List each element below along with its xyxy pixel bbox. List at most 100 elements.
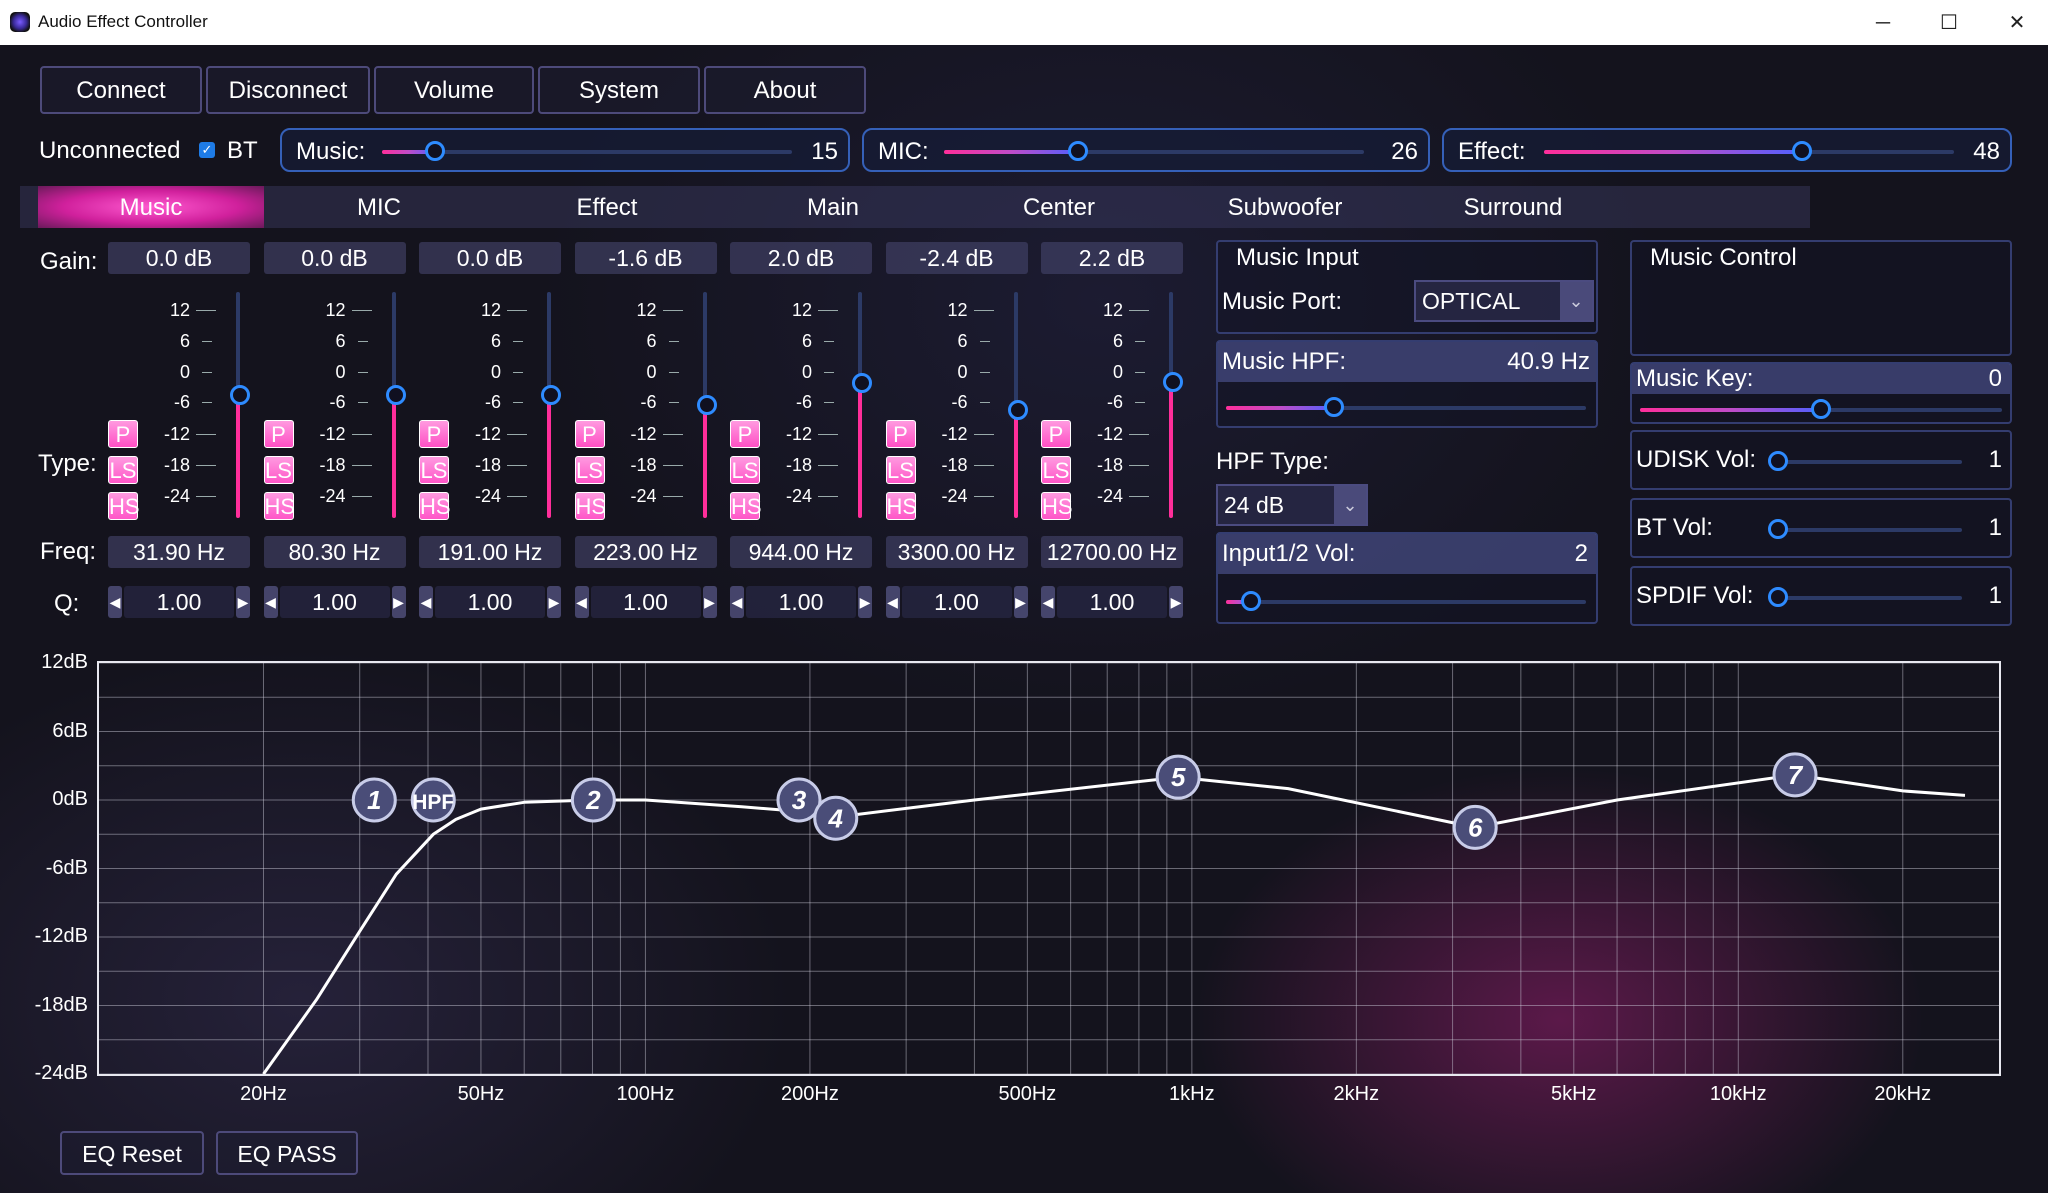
band-marker-1[interactable]: 1 (351, 777, 397, 823)
q-increase-button[interactable]: ▶ (702, 586, 717, 618)
eq-response-graph[interactable]: 1 HPF 2 3 4 5 6 7 (97, 661, 2001, 1076)
system-button[interactable]: System (538, 66, 700, 114)
gain-slider[interactable] (858, 292, 862, 518)
eq-pass-button[interactable]: EQ PASS (216, 1131, 358, 1175)
disconnect-button[interactable]: Disconnect (206, 66, 370, 114)
tab-surround[interactable]: Surround (1400, 186, 1626, 228)
vol-row-slider[interactable] (1767, 451, 1962, 471)
hpf-marker[interactable]: HPF (410, 777, 456, 823)
q-increase-button[interactable]: ▶ (858, 586, 872, 618)
band-marker-7[interactable]: 7 (1772, 752, 1818, 798)
q-value[interactable]: 1.00 (590, 586, 701, 618)
type-ls-button[interactable]: LS (574, 456, 605, 484)
minimize-button[interactable]: ─ (1863, 8, 1903, 38)
band-marker-5[interactable]: 5 (1155, 754, 1201, 800)
band-marker-2[interactable]: 2 (570, 777, 616, 823)
effect-level-slider[interactable] (1544, 141, 1954, 161)
type-hs-button[interactable]: HS (574, 492, 606, 520)
music-hpf-knob[interactable] (1324, 397, 1344, 417)
q-decrease-button[interactable]: ◀ (419, 586, 433, 618)
music-level-knob[interactable] (425, 141, 446, 161)
type-p-button[interactable]: P (885, 420, 916, 448)
bt-checkbox[interactable]: ✓ (199, 142, 215, 158)
tab-subwoofer[interactable]: Subwoofer (1172, 186, 1398, 228)
type-p-button[interactable]: P (108, 420, 138, 448)
input-vol-slider[interactable] (1226, 591, 1586, 611)
q-decrease-button[interactable]: ◀ (574, 586, 589, 618)
volume-button[interactable]: Volume (374, 66, 534, 114)
tab-center[interactable]: Center (946, 186, 1172, 228)
type-p-button[interactable]: P (419, 420, 449, 448)
tab-effect[interactable]: Effect (494, 186, 720, 228)
q-value[interactable]: 1.00 (746, 586, 856, 618)
vol-row-knob[interactable] (1767, 451, 1788, 471)
music-level-slider[interactable] (382, 141, 792, 161)
freq-value[interactable]: 80.30 Hz (263, 536, 406, 568)
gain-slider-knob[interactable] (696, 395, 717, 416)
music-port-select[interactable]: OPTICAL ⌄ (1414, 280, 1594, 322)
q-increase-button[interactable]: ▶ (1169, 586, 1183, 618)
type-ls-button[interactable]: LS (885, 456, 916, 484)
gain-slider-knob[interactable] (230, 385, 250, 406)
freq-value[interactable]: 223.00 Hz (574, 536, 717, 568)
q-decrease-button[interactable]: ◀ (108, 586, 122, 618)
q-increase-button[interactable]: ▶ (1013, 586, 1028, 618)
type-ls-button[interactable]: LS (1041, 456, 1071, 484)
type-hs-button[interactable]: HS (885, 492, 917, 520)
type-ls-button[interactable]: LS (730, 456, 760, 484)
q-value[interactable]: 1.00 (435, 586, 545, 618)
vol-row-slider[interactable] (1767, 587, 1962, 607)
type-hs-button[interactable]: HS (1041, 492, 1073, 520)
close-button[interactable]: ✕ (1997, 8, 2037, 38)
type-ls-button[interactable]: LS (108, 456, 138, 484)
q-decrease-button[interactable]: ◀ (885, 586, 900, 618)
type-hs-button[interactable]: HS (419, 492, 451, 520)
type-ls-button[interactable]: LS (419, 456, 449, 484)
freq-value[interactable]: 31.90 Hz (108, 536, 250, 568)
q-decrease-button[interactable]: ◀ (1041, 586, 1055, 618)
band-marker-4[interactable]: 4 (813, 795, 859, 841)
q-value[interactable]: 1.00 (901, 586, 1012, 618)
mic-level-slider[interactable] (944, 141, 1364, 161)
q-value[interactable]: 1.00 (124, 586, 234, 618)
effect-level-knob[interactable] (1792, 141, 1813, 161)
eq-reset-button[interactable]: EQ Reset (60, 1131, 204, 1175)
gain-slider-knob[interactable] (541, 385, 561, 406)
vol-row-knob[interactable] (1767, 587, 1788, 607)
mic-level-knob[interactable] (1068, 141, 1089, 161)
type-ls-button[interactable]: LS (263, 456, 294, 484)
music-key-slider[interactable] (1640, 399, 2002, 419)
q-increase-button[interactable]: ▶ (391, 586, 406, 618)
q-decrease-button[interactable]: ◀ (263, 586, 278, 618)
type-hs-button[interactable]: HS (263, 492, 295, 520)
freq-value[interactable]: 191.00 Hz (419, 536, 561, 568)
freq-value[interactable]: 3300.00 Hz (885, 536, 1028, 568)
gain-slider[interactable] (391, 292, 396, 518)
q-increase-button[interactable]: ▶ (236, 586, 250, 618)
q-value[interactable]: 1.00 (1057, 586, 1167, 618)
tab-music[interactable]: Music (38, 186, 264, 228)
freq-value[interactable]: 12700.00 Hz (1041, 536, 1183, 568)
about-button[interactable]: About (704, 66, 866, 114)
type-p-button[interactable]: P (730, 420, 760, 448)
gain-slider-knob[interactable] (385, 385, 406, 406)
gain-slider-knob[interactable] (1163, 371, 1183, 392)
type-hs-button[interactable]: HS (730, 492, 762, 520)
maximize-button[interactable]: ☐ (1929, 8, 1969, 38)
vol-row-knob[interactable] (1767, 519, 1788, 539)
gain-slider-knob[interactable] (852, 372, 872, 393)
tab-mic[interactable]: MIC (266, 186, 492, 228)
band-marker-6[interactable]: 6 (1452, 804, 1498, 850)
q-increase-button[interactable]: ▶ (547, 586, 561, 618)
type-hs-button[interactable]: HS (108, 492, 140, 520)
music-key-knob[interactable] (1811, 399, 1831, 419)
tab-main[interactable]: Main (720, 186, 946, 228)
hpf-type-select[interactable]: 24 dB ⌄ (1216, 484, 1368, 526)
music-hpf-slider[interactable] (1226, 397, 1586, 417)
gain-slider[interactable] (1169, 292, 1173, 518)
input-vol-knob[interactable] (1241, 591, 1262, 611)
type-p-button[interactable]: P (574, 420, 605, 448)
connect-button[interactable]: Connect (40, 66, 202, 114)
q-decrease-button[interactable]: ◀ (730, 586, 744, 618)
type-p-button[interactable]: P (263, 420, 294, 448)
